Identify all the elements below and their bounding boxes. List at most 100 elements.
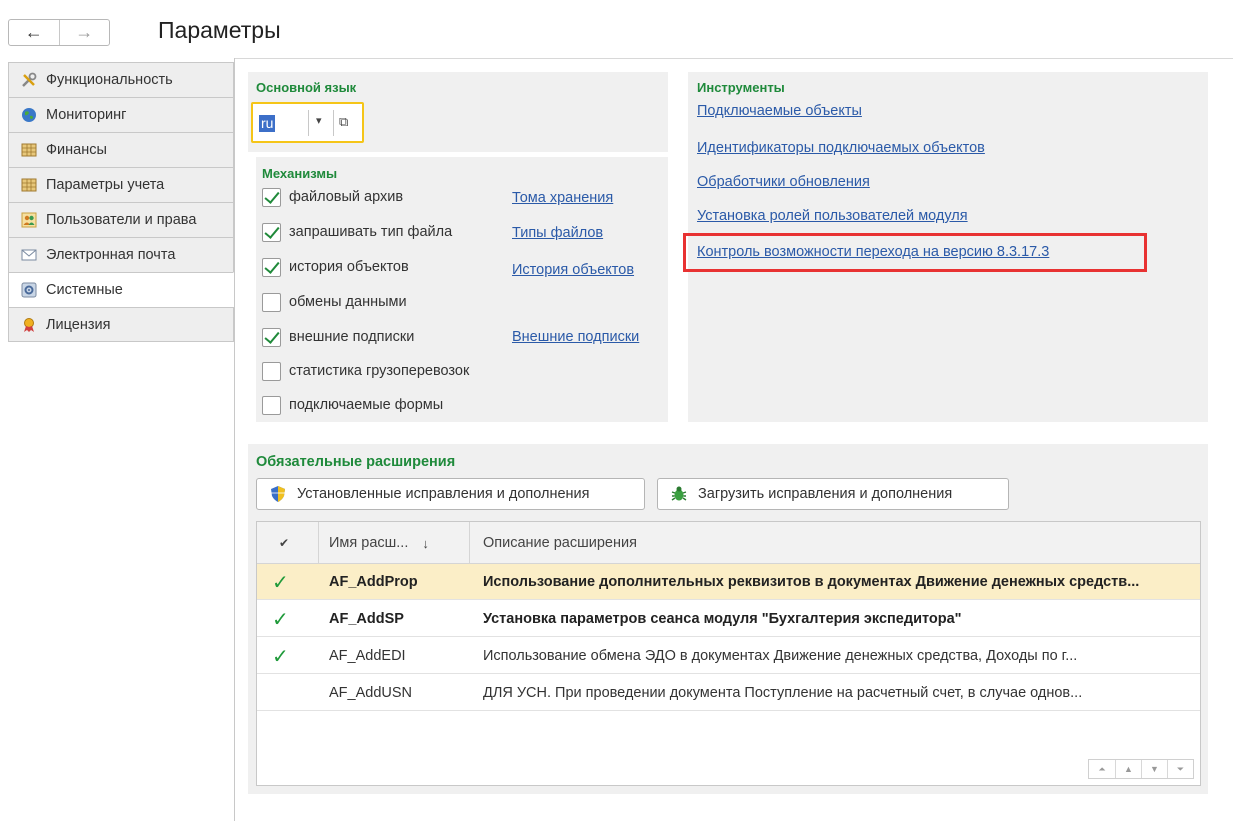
sidebar-divider (234, 58, 235, 821)
next-page-icon[interactable]: ▼ (1141, 760, 1167, 778)
arrow-right-icon: → (75, 22, 94, 42)
sidebar-item-finance[interactable]: Финансы (8, 132, 234, 167)
back-button[interactable]: ← (9, 20, 59, 45)
first-page-icon[interactable]: ⏶ (1089, 760, 1115, 778)
mechanism-data-exchange[interactable]: обмены данными (262, 291, 407, 313)
extensions-title: Обязательные расширения (256, 454, 456, 470)
extension-name: AF_AddProp (329, 574, 418, 590)
globe-icon (21, 107, 37, 123)
sidebar-item-label: Финансы (46, 142, 107, 158)
sidebar-item-label: Системные (46, 282, 123, 298)
extension-description: ДЛЯ УСН. При проведении документа Поступ… (483, 685, 1083, 701)
mechanism-request-file-type[interactable]: запрашивать тип файла (262, 221, 452, 243)
license-icon (21, 317, 37, 333)
sidebar-item-users-rights[interactable]: Пользователи и права (8, 202, 234, 237)
navigation-buttons: ← → (8, 19, 110, 46)
language-title: Основной язык (256, 80, 357, 95)
sidebar-item-label: Мониторинг (46, 107, 127, 123)
last-page-icon[interactable]: ⏷ (1167, 760, 1193, 778)
check-icon[interactable]: ✓ (272, 601, 289, 637)
sidebar-item-accounting-params[interactable]: Параметры учета (8, 167, 234, 202)
table-row[interactable]: AF_AddUSN ДЛЯ УСН. При проведении докуме… (257, 675, 1200, 711)
module-user-roles-link[interactable]: Установка ролей пользователей модуля (697, 208, 968, 224)
sidebar-item-system[interactable]: Системные (8, 272, 234, 307)
mechanism-label: запрашивать тип файла (289, 224, 453, 240)
load-fixes-button[interactable]: Загрузить исправления и дополнения (657, 478, 1009, 510)
column-name[interactable]: Имя расш... ↓ (329, 522, 429, 564)
plugin-objects-link[interactable]: Подключаемые объекты (697, 103, 862, 119)
shield-icon (269, 485, 287, 503)
users-icon (21, 212, 37, 228)
tools-icon (21, 72, 37, 88)
previous-page-icon[interactable]: ▲ (1115, 760, 1141, 778)
sort-down-icon: ↓ (422, 535, 429, 551)
table-row[interactable]: ✓ AF_AddProp Использование дополнительны… (257, 564, 1200, 600)
sidebar-item-label: Лицензия (46, 316, 111, 333)
table-row[interactable]: ✓ AF_AddEDI Использование обмена ЭДО в д… (257, 638, 1200, 674)
language-value: ru (259, 115, 276, 132)
forward-button[interactable]: → (58, 20, 110, 45)
open-icon[interactable]: ⧉ (339, 114, 348, 130)
external-subscriptions-link[interactable]: Внешние подписки (512, 329, 639, 345)
extension-description: Установка параметров сеанса модуля "Бухг… (483, 611, 962, 627)
divider (333, 110, 334, 136)
mechanism-file-archive[interactable]: файловый архив (262, 186, 403, 208)
sidebar-item-license[interactable]: Лицензия (8, 307, 234, 342)
ledger-icon (21, 177, 37, 193)
table-header: ✔ Имя расш... ↓ Описание расширения (257, 522, 1200, 564)
mechanism-freight-statistics[interactable]: статистика грузоперевозок (262, 360, 469, 382)
mechanism-label: файловый архив (289, 189, 404, 205)
file-types-link[interactable]: Типы файлов (512, 225, 603, 241)
mechanism-object-history[interactable]: история объектов (262, 256, 409, 278)
check-icon[interactable]: ✓ (272, 564, 289, 600)
chevron-down-icon[interactable]: ▾ (316, 114, 322, 127)
extension-description: Использование дополнительных реквизитов … (483, 574, 1140, 590)
sidebar-item-label: Пользователи и права (46, 212, 197, 228)
installed-fixes-button[interactable]: Установленные исправления и дополнения (256, 478, 645, 510)
header-divider (234, 58, 1233, 59)
checkbox[interactable] (262, 395, 281, 415)
storage-volumes-link[interactable]: Тома хранения (512, 190, 613, 206)
sidebar-item-label: Электронная почта (46, 247, 176, 263)
plugin-object-ids-link[interactable]: Идентификаторы подключаемых объектов (697, 140, 985, 156)
language-select[interactable]: ru ▾ ⧉ (251, 102, 364, 143)
sidebar-item-monitoring[interactable]: Мониторинг (8, 97, 234, 132)
arrow-left-icon: ← (24, 22, 43, 42)
sidebar-item-email[interactable]: Электронная почта (8, 237, 234, 272)
button-label: Загрузить исправления и дополнения (698, 486, 953, 502)
tools-title: Инструменты (697, 80, 785, 95)
sidebar-item-functionality[interactable]: Функциональность (8, 62, 234, 97)
mechanism-label: подключаемые формы (289, 397, 444, 413)
column-description[interactable]: Описание расширения (483, 522, 637, 564)
divider (318, 522, 319, 564)
extension-name: AF_AddEDI (329, 648, 406, 664)
highlight-box (683, 233, 1147, 272)
button-label: Установленные исправления и дополнения (297, 486, 590, 502)
ledger-icon (21, 142, 37, 158)
mechanism-external-subscriptions[interactable]: внешние подписки (262, 326, 414, 348)
mechanism-label: обмены данными (289, 294, 407, 310)
extensions-table: ✔ Имя расш... ↓ Описание расширения ✓ AF… (256, 521, 1201, 786)
mechanism-plugin-forms[interactable]: подключаемые формы (262, 394, 443, 416)
column-check[interactable]: ✔ (279, 522, 289, 564)
checkbox[interactable] (262, 187, 281, 207)
table-row[interactable]: ✓ AF_AddSP Установка параметров сеанса м… (257, 601, 1200, 637)
sidebar-item-label: Функциональность (46, 72, 173, 88)
mail-icon (21, 247, 37, 263)
checkbox[interactable] (262, 327, 281, 347)
sidebar-item-label: Параметры учета (46, 177, 165, 193)
object-history-link[interactable]: История объектов (512, 262, 634, 278)
extension-description: Использование обмена ЭДО в документах Дв… (483, 648, 1078, 664)
checkbox[interactable] (262, 292, 281, 312)
update-handlers-link[interactable]: Обработчики обновления (697, 174, 870, 190)
check-icon[interactable]: ✓ (272, 638, 289, 674)
extension-name: AF_AddSP (329, 611, 404, 627)
checkbox[interactable] (262, 257, 281, 277)
mechanism-label: внешние подписки (289, 329, 415, 345)
divider (308, 110, 309, 136)
divider (469, 522, 470, 564)
extension-name: AF_AddUSN (329, 685, 413, 701)
checkbox[interactable] (262, 222, 281, 242)
checkbox[interactable] (262, 361, 281, 381)
table-pager: ⏶ ▲ ▼ ⏷ (1088, 759, 1194, 779)
